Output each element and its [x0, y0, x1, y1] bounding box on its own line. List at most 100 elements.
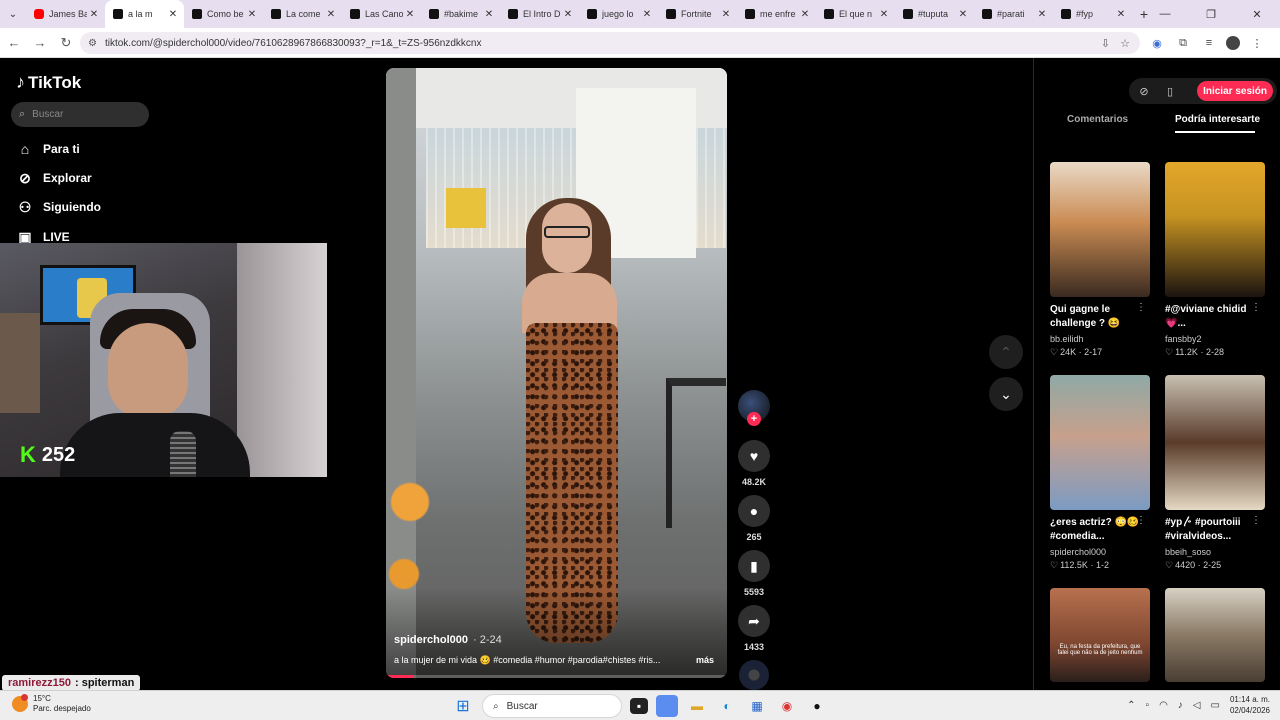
- nav-siguiendo[interactable]: ⚇ Siguiendo: [16, 198, 101, 216]
- close-tab-icon[interactable]: ✕: [798, 9, 812, 20]
- suggested-video-card[interactable]: [1165, 588, 1265, 682]
- video-thumbnail[interactable]: [1050, 162, 1150, 297]
- close-tab-icon[interactable]: ✕: [956, 9, 970, 20]
- browser-tab[interactable]: El Intro D ✕: [500, 0, 579, 28]
- more-options-icon[interactable]: ⋮: [1251, 302, 1261, 313]
- save-button[interactable]: ▮: [738, 550, 770, 582]
- video-thumbnail[interactable]: [1050, 375, 1150, 510]
- search-input[interactable]: ⌕ Buscar: [11, 102, 149, 127]
- video-thumbnail[interactable]: [1165, 588, 1265, 682]
- browser-tab[interactable]: La come ✕: [263, 0, 342, 28]
- like-button[interactable]: ♥: [738, 440, 770, 472]
- tab-podria-interesarte[interactable]: Podría interesarte: [1175, 114, 1260, 125]
- suggested-video-card[interactable]: ¿eres actriz? 😳🥴 #comedia... ⋮ spidercho…: [1050, 375, 1150, 571]
- share-button[interactable]: ➦: [738, 605, 770, 637]
- suggested-video-card[interactable]: #@viviane chidid 💗... ⋮ fansbby2 ♡ 11.2K …: [1165, 162, 1265, 358]
- browser-tab[interactable]: me enfre ✕: [737, 0, 816, 28]
- bookmark-star-icon[interactable]: ☆: [1120, 37, 1130, 50]
- comment-button[interactable]: ●: [738, 495, 770, 527]
- restore-icon[interactable]: ❐: [1188, 0, 1234, 28]
- nav-explorar[interactable]: ⊘ Explorar: [16, 169, 92, 187]
- more-options-icon[interactable]: ⋮: [1251, 515, 1261, 526]
- battery-icon[interactable]: ▭: [1211, 700, 1220, 711]
- close-tab-icon[interactable]: ✕: [245, 9, 259, 20]
- sound-disc-icon[interactable]: [739, 660, 769, 690]
- copilot-icon[interactable]: [656, 695, 678, 717]
- nav-para-ti[interactable]: ⌂ Para ti: [16, 140, 80, 158]
- browser-tab[interactable]: Fortnite ✕: [658, 0, 737, 28]
- browser-tab[interactable]: #fyp ✕: [1053, 0, 1132, 28]
- close-tab-icon[interactable]: ✕: [561, 9, 575, 20]
- extension-icon[interactable]: ◉: [1148, 34, 1166, 52]
- author-avatar[interactable]: +: [738, 390, 770, 426]
- browser-tab[interactable]: James Ba ✕: [26, 0, 105, 28]
- close-tab-icon[interactable]: ✕: [166, 9, 180, 20]
- close-tab-icon[interactable]: ✕: [482, 9, 496, 20]
- card-user[interactable]: bb.eilidh: [1050, 334, 1150, 344]
- video-thumbnail[interactable]: [1165, 375, 1265, 510]
- next-video-button[interactable]: ⌄: [989, 377, 1023, 411]
- browser-tab[interactable]: #bakime ✕: [421, 0, 500, 28]
- author-name[interactable]: spiderchol000: [394, 634, 468, 646]
- install-app-icon[interactable]: ⇩: [1101, 37, 1110, 50]
- browser-tab[interactable]: juego lo ✕: [579, 0, 658, 28]
- login-button[interactable]: Iniciar sesión: [1197, 81, 1273, 101]
- browser-tab[interactable]: Las Cano ✕: [342, 0, 421, 28]
- reload-icon[interactable]: ↻: [54, 31, 78, 55]
- browser-tab[interactable]: #tuputa ✕: [895, 0, 974, 28]
- device-icon[interactable]: ▯: [1159, 80, 1181, 102]
- windows-start-icon[interactable]: ⊞: [452, 695, 474, 717]
- minimize-icon[interactable]: —: [1142, 0, 1188, 28]
- puzzle-icon[interactable]: ⧉: [1174, 34, 1192, 52]
- suggested-video-card[interactable]: Eu, na festa da prefeitura, que falei qu…: [1050, 588, 1150, 682]
- close-tab-icon[interactable]: ✕: [640, 9, 654, 20]
- suggested-video-card[interactable]: Qui gagne le challenge ? 😆 ⋮ bb.eilidh ♡…: [1050, 162, 1150, 358]
- close-tab-icon[interactable]: ✕: [324, 9, 338, 20]
- address-bar[interactable]: ⚙ tiktok.com/@spiderchol000/video/761062…: [80, 32, 1140, 54]
- weather-widget[interactable]: 15°C Parc. despejado: [12, 694, 91, 714]
- volume-icon[interactable]: ◁: [1193, 700, 1201, 711]
- close-tab-icon[interactable]: ✕: [87, 9, 101, 20]
- close-tab-icon[interactable]: ✕: [1035, 9, 1049, 20]
- compass-small-icon[interactable]: ⊘: [1133, 80, 1155, 102]
- browser-tab[interactable]: Como be ✕: [184, 0, 263, 28]
- microphone-icon[interactable]: ♪: [1178, 700, 1183, 711]
- video-thumbnail[interactable]: [1165, 162, 1265, 297]
- close-tab-icon[interactable]: ✕: [877, 9, 891, 20]
- tab-comentarios[interactable]: Comentarios: [1067, 114, 1128, 125]
- tray-chevron-up-icon[interactable]: ⌃: [1127, 700, 1135, 711]
- file-explorer-icon[interactable]: ▬: [686, 695, 708, 717]
- video-player[interactable]: spiderchol000 · 2-24 a la mujer de mi vid…: [386, 68, 727, 678]
- card-user[interactable]: fansbby2: [1165, 334, 1265, 344]
- close-tab-icon[interactable]: ✕: [403, 9, 417, 20]
- close-tab-icon[interactable]: ✕: [719, 9, 733, 20]
- video-thumbnail[interactable]: Eu, na festa da prefeitura, que falei qu…: [1050, 588, 1150, 682]
- menu-dots-icon[interactable]: ⋮: [1248, 34, 1266, 52]
- recording-app-icon[interactable]: ●: [806, 695, 828, 717]
- browser-tab[interactable]: #parati ✕: [974, 0, 1053, 28]
- caption-more-link[interactable]: más: [696, 655, 714, 666]
- card-user[interactable]: bbeih_soso: [1165, 547, 1265, 557]
- wifi-icon[interactable]: ◠: [1159, 700, 1168, 711]
- card-user[interactable]: spiderchol000: [1050, 547, 1150, 557]
- follow-plus-icon[interactable]: +: [747, 412, 761, 426]
- clock[interactable]: 01:14 a. m. 02/04/2026: [1230, 694, 1270, 716]
- more-options-icon[interactable]: ⋮: [1136, 515, 1146, 526]
- browser-tab[interactable]: El que n ✕: [816, 0, 895, 28]
- taskbar-search[interactable]: ⌕ Buscar: [482, 694, 622, 718]
- profile-avatar[interactable]: [1226, 36, 1240, 50]
- chrome-icon[interactable]: ◉: [776, 695, 798, 717]
- edge-icon[interactable]: ◐: [716, 695, 738, 717]
- tiktok-logo[interactable]: ♪ TikTok: [16, 72, 81, 93]
- browser-tab[interactable]: a la m ✕: [105, 0, 184, 28]
- media-controls-icon[interactable]: ≡: [1200, 34, 1218, 52]
- back-icon[interactable]: ←: [2, 31, 26, 55]
- meet-now-icon[interactable]: ▫: [1146, 700, 1150, 711]
- tab-search-chevron-icon[interactable]: ⌄: [0, 0, 26, 28]
- video-author[interactable]: spiderchol000 · 2-24: [394, 634, 502, 646]
- task-view-icon[interactable]: ▪: [630, 698, 648, 714]
- close-tab-icon[interactable]: ✕: [1114, 9, 1128, 20]
- store-icon[interactable]: ▦: [746, 695, 768, 717]
- site-info-icon[interactable]: ⚙: [88, 38, 97, 49]
- forward-icon[interactable]: →: [28, 31, 52, 55]
